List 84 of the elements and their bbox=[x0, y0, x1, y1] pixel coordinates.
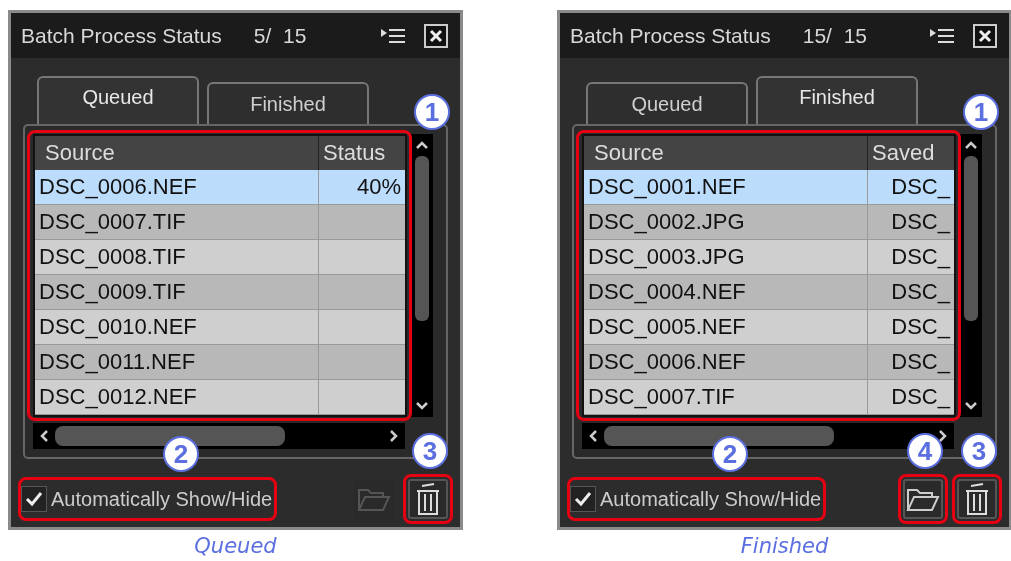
table-cell: DSC_0011.NEF bbox=[35, 345, 319, 379]
callout-number: 2 bbox=[712, 436, 748, 472]
callout-number: 1 bbox=[963, 94, 999, 130]
callout-number: 4 bbox=[907, 433, 943, 469]
table-cell: DSC_0004.NEF bbox=[584, 275, 868, 309]
table-row[interactable]: DSC_0012.NEF bbox=[35, 380, 405, 415]
table-cell: DSC_0007.TIF bbox=[584, 380, 868, 414]
scroll-up-icon[interactable] bbox=[964, 140, 978, 150]
checkbox[interactable] bbox=[570, 486, 596, 512]
checkbox[interactable] bbox=[21, 486, 47, 512]
table-cell: DSC_0012.NEF bbox=[35, 380, 319, 414]
folder-icon bbox=[906, 486, 940, 512]
panel-title: Batch Process Status bbox=[21, 23, 222, 48]
callout-number: 1 bbox=[414, 94, 450, 130]
table-cell: DSC_0007.TIF bbox=[35, 205, 319, 239]
table-cell-text: DSC_ bbox=[890, 348, 952, 376]
open-folder-button[interactable] bbox=[903, 479, 943, 519]
tab[interactable]: Finished bbox=[207, 82, 369, 124]
menu-icon[interactable] bbox=[380, 27, 406, 44]
checkmark-icon bbox=[574, 491, 592, 507]
table-row[interactable]: DSC_0003.JPG DSC_ bbox=[584, 240, 954, 275]
callout-number: 3 bbox=[961, 433, 997, 469]
folder-icon bbox=[357, 486, 391, 512]
scroll-left-icon[interactable] bbox=[588, 429, 598, 443]
delete-button[interactable] bbox=[408, 479, 448, 519]
table-row[interactable]: DSC_0004.NEF DSC_ bbox=[584, 275, 954, 310]
table-cell: DSC_0010.NEF bbox=[35, 310, 319, 344]
table-cell: DSC_0008.TIF bbox=[35, 240, 319, 274]
figure-caption: Finished bbox=[740, 534, 829, 558]
table-row[interactable]: DSC_0005.NEF DSC_ bbox=[584, 310, 954, 345]
table-cell-text: DSC_ bbox=[890, 383, 952, 411]
scroll-right-icon[interactable] bbox=[389, 429, 399, 443]
table-cell: DSC_0003.JPG bbox=[584, 240, 868, 274]
column-header: Saved bbox=[871, 139, 936, 167]
callout-frame bbox=[898, 474, 948, 524]
table-row[interactable]: DSC_0001.NEF DSC_ bbox=[584, 170, 954, 205]
callout-frame bbox=[952, 474, 1002, 524]
auto-show-hide-checkbox[interactable]: Automatically Show/Hide bbox=[15, 482, 273, 516]
table-row[interactable]: DSC_0007.TIF DSC_ bbox=[584, 380, 954, 415]
close-icon[interactable] bbox=[973, 23, 997, 48]
table-row[interactable]: DSC_0006.NEF DSC_ bbox=[584, 345, 954, 380]
trash-icon bbox=[414, 483, 442, 515]
table-cell-text: 40% bbox=[355, 173, 402, 201]
table-cell-text: DSC_ bbox=[890, 173, 952, 201]
column-header: Status bbox=[322, 139, 387, 167]
table-row[interactable]: DSC_0002.JPG DSC_ bbox=[584, 205, 954, 240]
table-row[interactable]: DSC_0009.TIF bbox=[35, 275, 405, 310]
scroll-up-icon[interactable] bbox=[415, 140, 429, 150]
checkmark-icon bbox=[25, 491, 43, 507]
tab[interactable]: Finished bbox=[756, 76, 918, 124]
table-row[interactable]: DSC_0006.NEF 40% bbox=[35, 170, 405, 205]
table-cell-text: DSC_ bbox=[890, 313, 952, 341]
callout-number: 3 bbox=[412, 433, 448, 469]
scroll-down-icon[interactable] bbox=[964, 401, 978, 411]
table-cell: DSC_0005.NEF bbox=[584, 310, 868, 344]
menu-icon[interactable] bbox=[929, 27, 955, 44]
auto-show-hide-checkbox[interactable]: Automatically Show/Hide bbox=[564, 482, 822, 516]
vertical-scrollbar[interactable] bbox=[411, 134, 433, 417]
table-cell: DSC_0006.NEF bbox=[584, 345, 868, 379]
scroll-down-icon[interactable] bbox=[415, 401, 429, 411]
close-icon[interactable] bbox=[424, 23, 448, 48]
table-cell-text: DSC_ bbox=[890, 208, 952, 236]
table-cell: DSC_0001.NEF bbox=[584, 170, 868, 204]
table-cell: DSC_0009.TIF bbox=[35, 275, 319, 309]
scroll-left-icon[interactable] bbox=[39, 429, 49, 443]
tab[interactable]: Queued bbox=[37, 76, 199, 124]
tab[interactable]: Queued bbox=[586, 82, 748, 124]
table-row[interactable]: DSC_0010.NEF bbox=[35, 310, 405, 345]
table-cell: DSC_0006.NEF bbox=[35, 170, 319, 204]
callout-number: 2 bbox=[163, 436, 199, 472]
table-cell-text: DSC_ bbox=[890, 243, 952, 271]
table-row[interactable]: DSC_0011.NEF bbox=[35, 345, 405, 380]
table-row[interactable]: DSC_0007.TIF bbox=[35, 205, 405, 240]
delete-button[interactable] bbox=[957, 479, 997, 519]
callout-frame bbox=[403, 474, 453, 524]
panel-title: Batch Process Status bbox=[570, 23, 771, 48]
table-row[interactable]: DSC_0008.TIF bbox=[35, 240, 405, 275]
trash-icon bbox=[963, 483, 991, 515]
table-cell: DSC_0002.JPG bbox=[584, 205, 868, 239]
table-cell-text: DSC_ bbox=[890, 278, 952, 306]
progress-counter: 5/ 15 bbox=[253, 23, 307, 48]
progress-counter: 15/ 15 bbox=[802, 23, 867, 48]
figure-caption: Queued bbox=[194, 534, 277, 558]
vertical-scrollbar[interactable] bbox=[960, 134, 982, 417]
